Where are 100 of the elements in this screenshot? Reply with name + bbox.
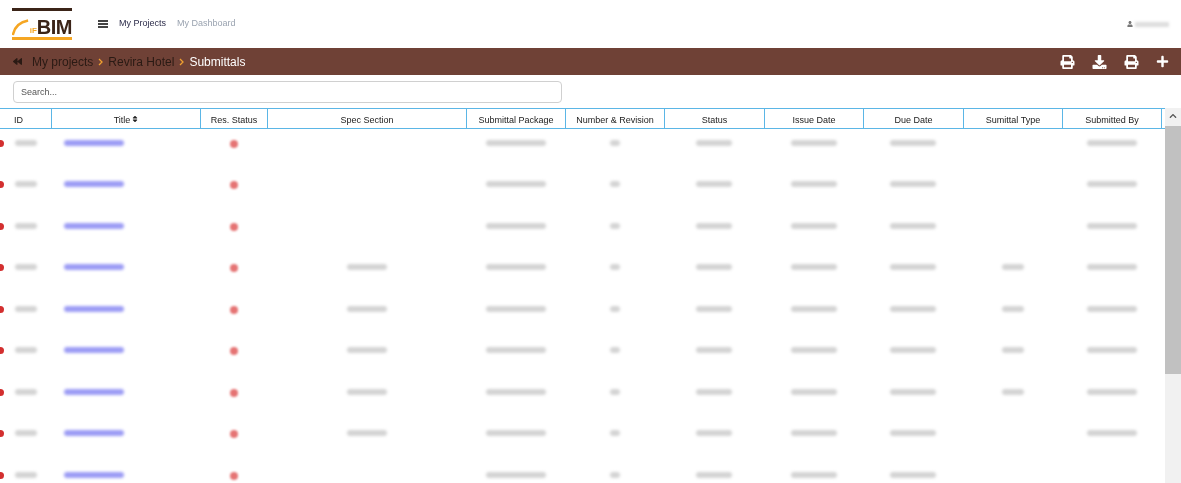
blurred-text [790,222,837,229]
blurred-text [14,181,37,187]
blurred-text [790,471,837,478]
blurred-link[interactable] [64,471,124,478]
blurred-text [890,388,936,395]
blurred-text [609,347,620,353]
blurred-text [1087,305,1137,312]
blurred-text [890,305,936,312]
blurred-text [790,430,837,436]
blurred-text [1087,139,1137,146]
column-header[interactable]: Sumittal Type [963,109,1062,128]
blurred-link[interactable] [64,264,124,270]
blurred-text [790,181,837,187]
blurred-text [696,471,732,478]
blurred-text [609,139,620,146]
blurred-text [346,430,387,436]
blurred-text [890,471,936,478]
blurred-text [1087,222,1137,229]
search-field[interactable]: Search... [13,81,562,103]
blurred-link[interactable] [64,430,124,436]
blurred-text [485,139,546,146]
blurred-link[interactable] [64,305,124,312]
blurred-text [696,305,732,312]
back-icon[interactable] [12,57,23,66]
logo-small-text: iF [29,27,37,35]
blurred-text [1087,264,1137,270]
blurred-text [790,264,837,270]
user-icon[interactable] [1127,21,1133,27]
blurred-text [485,388,546,395]
logo-text: BIM [36,17,72,37]
blurred-text [346,305,387,312]
column-header[interactable]: Submittal Package [466,109,565,128]
nav-link[interactable]: My Projects [119,17,166,31]
blurred-text [609,222,620,229]
blurred-text [1001,305,1024,312]
scrollbar-thumb[interactable] [1165,126,1181,374]
column-header[interactable]: Title [51,109,200,128]
column-header[interactable]: Res. Status [200,109,267,128]
blurred-text [1001,388,1024,395]
print-icon[interactable] [1060,54,1075,69]
chevron-icon [179,57,185,66]
chevron-icon [98,57,104,66]
sort-icon[interactable] [132,115,139,123]
blurred-text [485,305,546,312]
download-icon[interactable] [1092,54,1107,69]
blurred-text [890,347,936,353]
blurred-text [696,347,732,353]
blurred-text [14,430,37,436]
blurred-text [14,471,37,478]
column-header[interactable]: Status [664,109,764,128]
blurred-text [14,347,37,353]
blurred-text [1001,264,1024,270]
add-icon[interactable] [1156,55,1169,68]
blurred-text [890,181,936,187]
blurred-text [696,388,732,395]
scroll-up-icon[interactable] [1169,112,1177,120]
blurred-text [890,139,936,146]
blurred-text [696,139,732,146]
blurred-text [890,264,936,270]
blurred-text [485,471,546,478]
blurred-text [790,347,837,353]
menu-icon[interactable] [98,20,108,28]
blurred-text [485,222,546,229]
blurred-text [1087,430,1137,436]
print-icon[interactable] [1124,54,1139,69]
column-header[interactable]: Issue Date [764,109,863,128]
logo[interactable]: iFBIM [12,8,72,40]
blurred-text [609,471,620,478]
column-header[interactable]: ID [0,109,51,128]
column-header[interactable]: Due Date [863,109,963,128]
blurred-text [14,388,37,395]
column-header[interactable]: Spec Section [267,109,466,128]
blurred-text [609,305,620,312]
blurred-link[interactable] [64,222,124,229]
blurred-text [1087,388,1137,395]
breadcrumb-link[interactable]: Submittals [189,52,246,71]
blurred-text [346,388,387,395]
blurred-text [609,181,620,187]
blurred-text [696,264,732,270]
blurred-text [790,388,837,395]
column-header[interactable]: Number & Revision [565,109,664,128]
blurred-text [346,264,387,270]
column-header[interactable]: Submitted By [1062,109,1162,128]
blurred-text [609,430,620,436]
blurred-text [485,264,546,270]
blurred-text [1001,347,1024,353]
scrollbar[interactable] [1165,108,1181,483]
blurred-text [790,139,837,146]
blurred-text [609,388,620,395]
blurred-link[interactable] [64,347,124,353]
blurred-text [485,347,546,353]
blurred-link[interactable] [64,388,124,395]
blurred-text [485,430,546,436]
blurred-link[interactable] [64,181,124,187]
blurred-text [485,181,546,187]
blurred-text [14,305,37,312]
blurred-link[interactable] [64,139,124,146]
blurred-text [14,264,37,270]
blurred-text [790,305,837,312]
blurred-text [609,264,620,270]
